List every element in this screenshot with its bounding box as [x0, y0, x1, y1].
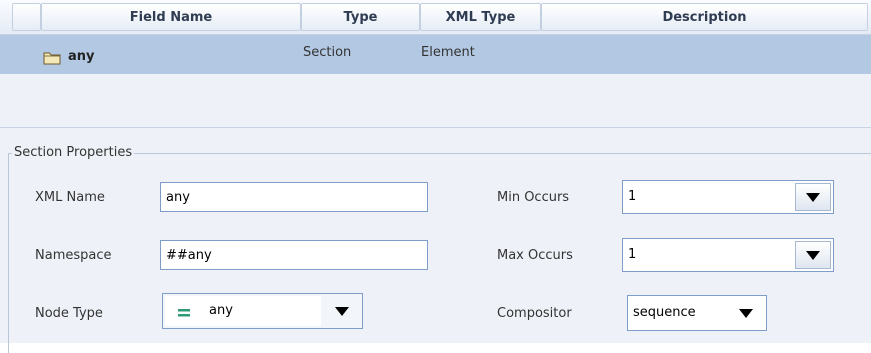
row-xml-type: Element	[421, 45, 475, 60]
node-type-value: any	[209, 303, 233, 318]
folder-icon	[43, 52, 61, 65]
xml-name-label: XML Name	[35, 190, 105, 205]
compositor-dropdown-button[interactable]	[728, 298, 764, 328]
header-xml-type-label: XML Type	[445, 9, 516, 25]
fields-grid: Field Name Type XML Type Description any…	[0, 0, 871, 128]
namespace-input[interactable]	[160, 240, 428, 270]
table-row[interactable]: any Section Element	[0, 35, 871, 74]
max-occurs-label: Max Occurs	[497, 248, 573, 263]
chevron-down-icon	[739, 308, 753, 318]
min-occurs-dropdown-button[interactable]	[795, 183, 831, 211]
grid-header: Field Name Type XML Type Description	[0, 0, 871, 35]
min-occurs-label: Min Occurs	[497, 190, 570, 205]
row-field-name: any	[68, 49, 95, 64]
min-occurs-select[interactable]: 1	[622, 180, 834, 214]
row-type: Section	[303, 45, 352, 60]
compositor-select[interactable]: sequence	[627, 295, 767, 331]
grid-empty-area	[0, 74, 871, 128]
header-description[interactable]: Description	[541, 3, 868, 31]
namespace-label: Namespace	[35, 248, 112, 263]
node-type-label: Node Type	[35, 306, 103, 321]
chevron-down-icon	[806, 192, 820, 202]
compositor-value: sequence	[633, 305, 696, 320]
header-type[interactable]: Type	[301, 3, 420, 31]
max-occurs-select[interactable]: 1	[622, 238, 834, 272]
header-description-label: Description	[662, 9, 747, 25]
header-xml-type[interactable]: XML Type	[420, 3, 541, 31]
header-field-name[interactable]: Field Name	[41, 3, 301, 31]
min-occurs-value: 1	[628, 189, 637, 204]
max-occurs-value: 1	[628, 247, 637, 262]
xml-name-input[interactable]	[160, 182, 428, 212]
chevron-down-icon	[806, 250, 820, 260]
equals-icon	[178, 309, 190, 317]
node-type-select[interactable]: any	[162, 293, 363, 329]
header-selector-cell	[12, 3, 41, 31]
node-type-value-box: any	[165, 296, 321, 326]
chevron-down-icon	[335, 306, 349, 316]
header-field-name-label: Field Name	[129, 9, 213, 25]
max-occurs-dropdown-button[interactable]	[795, 241, 831, 269]
header-type-label: Type	[343, 9, 378, 25]
compositor-label: Compositor	[497, 306, 572, 321]
section-properties-legend: Section Properties	[12, 145, 135, 160]
node-type-dropdown-button[interactable]	[325, 297, 359, 325]
